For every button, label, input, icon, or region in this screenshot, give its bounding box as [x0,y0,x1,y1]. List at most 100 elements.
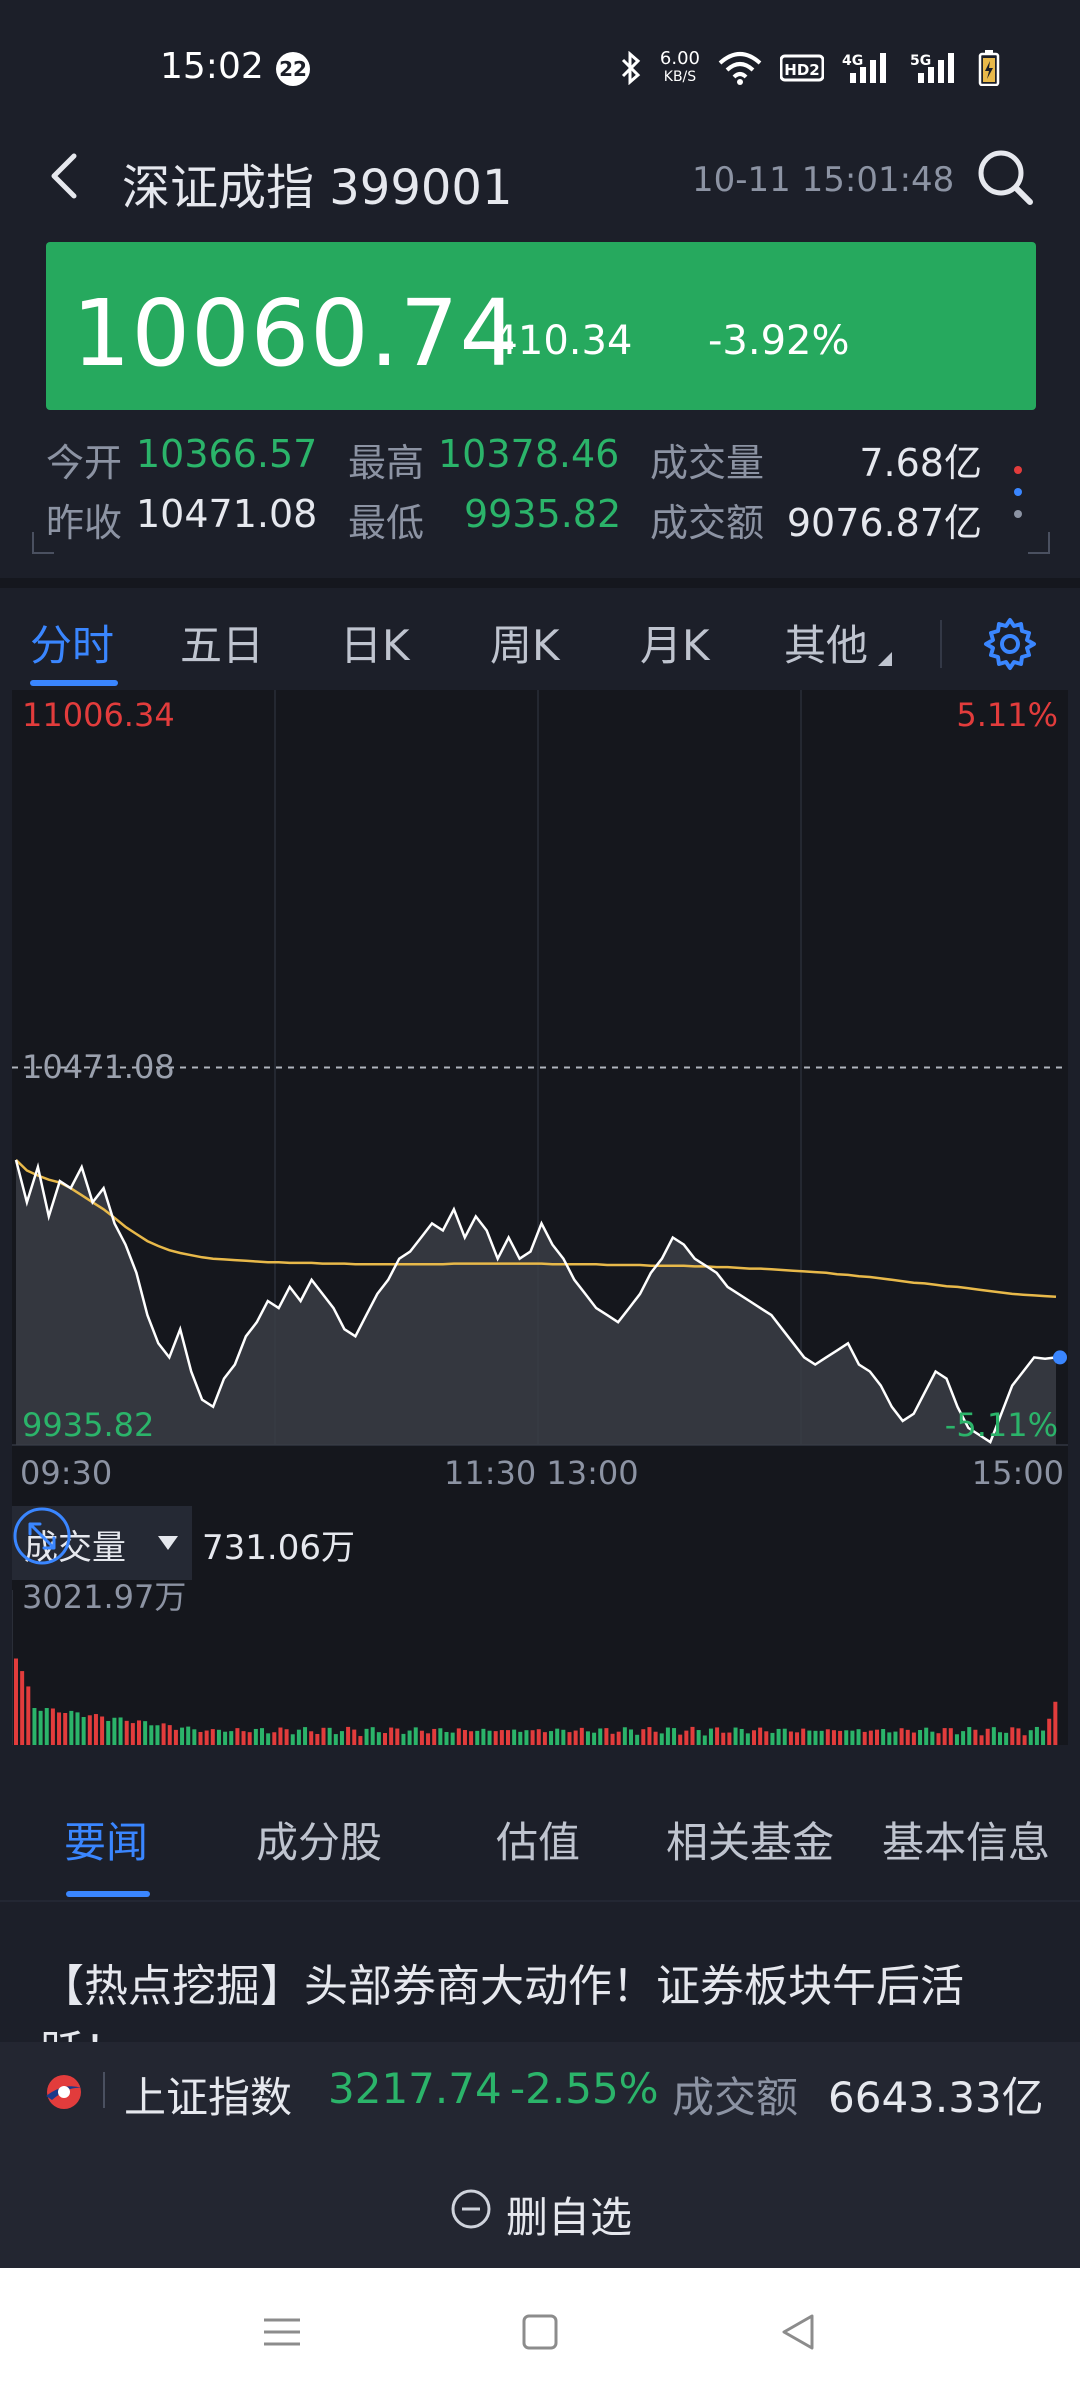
volume-bar [1041,1730,1046,1745]
volume-bar [825,1729,830,1745]
gear-icon[interactable] [982,616,1038,672]
price-change-percent: -3.92% [708,318,850,364]
corner-mark-right [1028,532,1050,554]
wifi-icon [718,52,762,85]
quote-stats[interactable]: 今开 10366.57 最高 10378.46 成交量 7.68亿 昨收 104… [0,420,1080,570]
volume-bar [192,1729,197,1745]
back-icon[interactable] [778,2312,818,2352]
volume-bar [881,1729,886,1745]
volume-bar [549,1731,554,1745]
volume-bar [419,1730,424,1745]
volume-bar [924,1727,929,1745]
volume-bar [579,1727,584,1745]
volume-bar [44,1708,49,1745]
price-banner: 10060.74 -410.34 -3.92% [46,242,1036,410]
home-icon[interactable] [520,2312,560,2352]
volume-bar [303,1727,308,1745]
volume-bar [339,1731,344,1745]
volume-bar [844,1730,849,1745]
volume-bar [216,1729,221,1745]
volume-bar [26,1686,31,1745]
volume-bar [641,1729,646,1745]
exchange-logo-icon [46,2075,82,2109]
tab-constituents[interactable]: 成分股 [256,1809,382,1870]
volume-bar [752,1730,756,1745]
volume-bar [979,1735,984,1745]
ticker-name: 上证指数 [124,2073,293,2122]
volume-bar [352,1729,357,1745]
remove-watchlist-button[interactable]: 删自选 [0,2138,1080,2268]
ticker-amount-label: 成交额 [672,2073,799,2122]
volume-bar [918,1729,923,1745]
volume-bar [278,1727,283,1745]
battery-charging-icon [978,50,1000,86]
volume-bar [493,1731,498,1745]
tab-monthly-k[interactable]: 月K [640,612,710,673]
volume-bar [899,1728,904,1745]
hd-voice-icon: HD2 [780,54,824,82]
news-item[interactable]: 【热点挖掘】头部券商大动作！证券板块午后活跃！ [0,1900,1080,2060]
volume-bar [426,1733,431,1745]
volume-value: 7.68亿 [859,441,982,485]
volume-bar [708,1728,713,1745]
back-arrow-icon[interactable] [36,146,96,206]
volume-bar [75,1712,80,1745]
tab-related-funds[interactable]: 相关基金 [666,1809,834,1870]
volume-bar [536,1729,541,1745]
volume-bar [124,1720,129,1745]
volume-bar [782,1728,787,1745]
volume-bar [745,1733,750,1745]
volume-bar [635,1734,640,1745]
volume-bar [647,1727,652,1745]
prev-close-value: 10471.08 [136,492,318,536]
menu-icon[interactable] [262,2312,302,2352]
volume-bar [241,1731,246,1745]
intraday-chart[interactable]: 11006.34 5.11% 10471.08 9935.82 -5.11% 0… [12,690,1068,1745]
volume-bar [401,1733,406,1745]
current-price: 10060.74 [72,280,519,387]
volume-bar [253,1728,258,1745]
volume-bar [57,1712,62,1745]
volume-bar [315,1733,320,1745]
volume-bar [665,1727,670,1745]
volume-bar [733,1727,738,1745]
time-label-close: 15:00 [971,1454,1064,1492]
prev-close-label: 昨收 [46,501,123,545]
volume-bar [887,1732,892,1745]
volume-bar [475,1730,480,1745]
volume-bar [100,1716,105,1745]
volume-bar [813,1730,818,1745]
tab-separator [940,620,942,668]
volume-bar [235,1728,240,1745]
volume-bar [309,1731,314,1745]
search-icon[interactable] [972,144,1038,210]
volume-bar [1022,1735,1027,1745]
volume-bar [936,1733,941,1745]
tab-weekly-k[interactable]: 周K [490,612,560,673]
volume-bar [32,1708,37,1745]
tab-intraday[interactable]: 分时 [30,612,114,673]
volume-bar [604,1728,609,1745]
tab-news[interactable]: 要闻 [64,1809,148,1870]
volume-bar [143,1721,148,1745]
tab-basic-info[interactable]: 基本信息 [882,1809,1050,1870]
tab-other[interactable]: 其他 [784,612,868,673]
more-dots-icon[interactable] [1012,460,1024,530]
volume-bar [161,1723,166,1745]
volume-bar [764,1731,769,1745]
volume-bar [50,1708,55,1745]
tab-five-day[interactable]: 五日 [180,612,264,673]
volume-bar [518,1731,523,1745]
expand-icon[interactable] [12,1506,72,1566]
volume-bar [788,1731,793,1745]
volume-bar [333,1734,338,1745]
info-tabs: 要闻 成分股 估值 相关基金 基本信息 [0,1775,1080,1897]
tab-valuation[interactable]: 估值 [496,1809,580,1870]
last-price-dot [1053,1350,1067,1365]
notification-count-badge: 22 [276,52,310,86]
volume-bar [204,1730,209,1745]
volume-bar [296,1729,301,1745]
volume-bar [678,1734,683,1745]
tab-daily-k[interactable]: 日K [340,612,410,673]
index-ticker[interactable]: 上证指数 3217.74 -2.55% 成交额 6643.33亿 [0,2042,1080,2138]
